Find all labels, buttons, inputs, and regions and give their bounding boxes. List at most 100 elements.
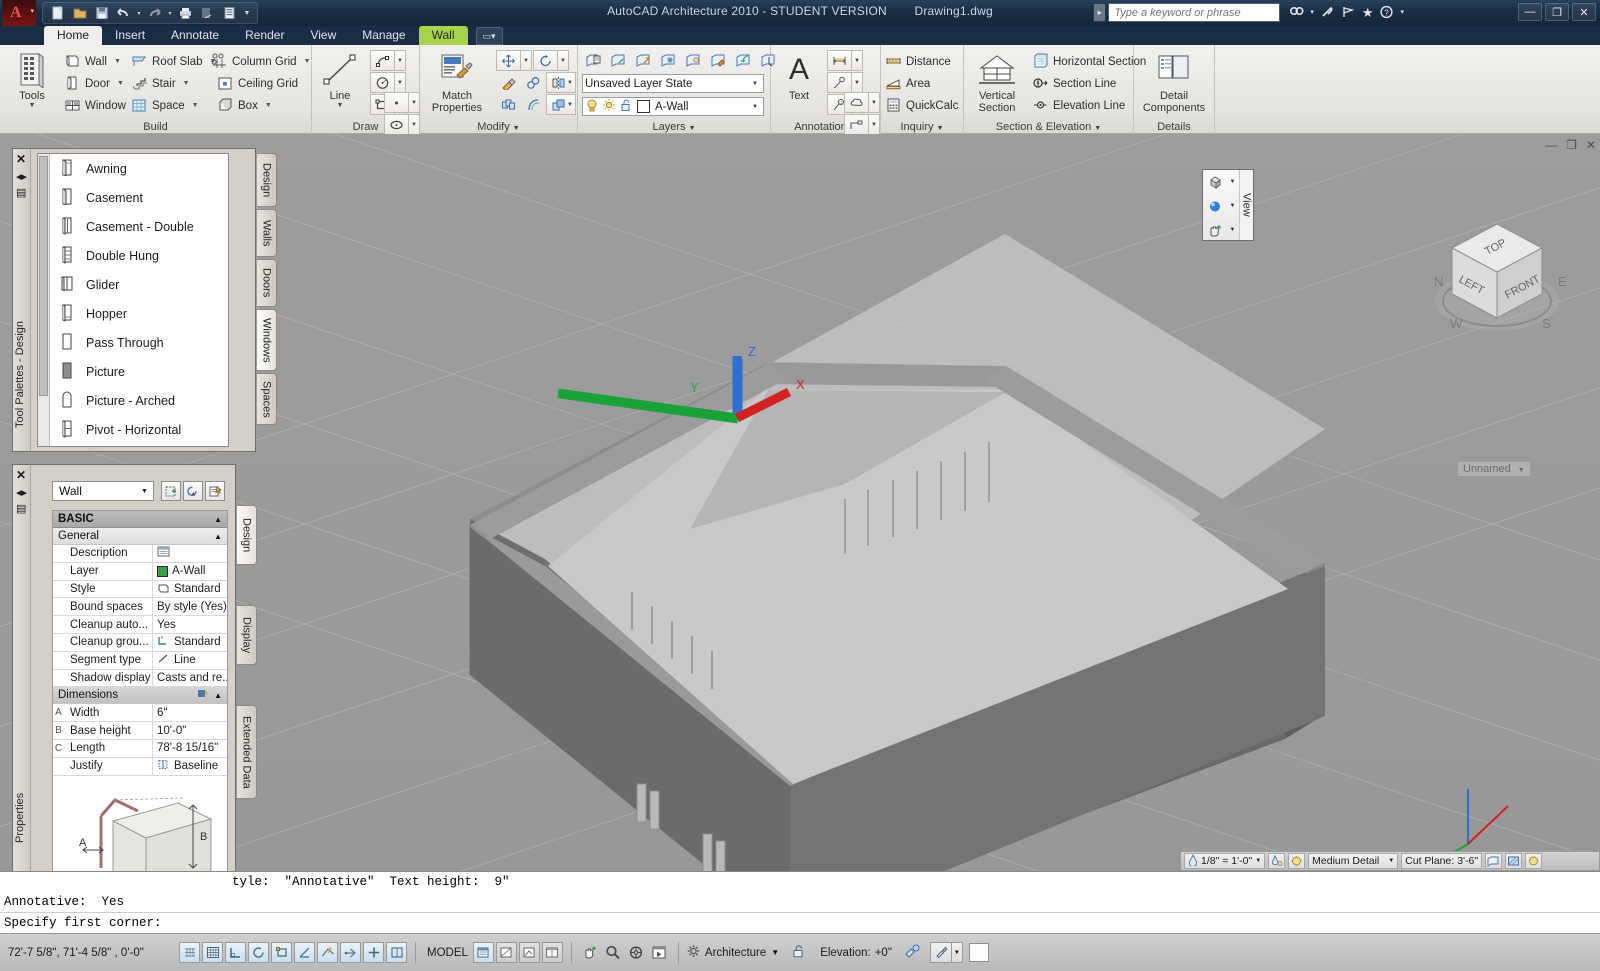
layer-on-icon[interactable] xyxy=(585,98,599,116)
rotate-dropdown-icon[interactable]: ▼ xyxy=(558,50,569,71)
status-dropdown-icon[interactable]: ▼ xyxy=(951,942,963,963)
tool-palette-list[interactable]: Awning Casement Casement - Double Double… xyxy=(37,153,229,447)
property-value[interactable]: Line xyxy=(153,653,227,667)
tab-design[interactable]: Design xyxy=(257,153,277,207)
list-item[interactable]: Double Hung xyxy=(52,241,228,270)
view-name-dropdown-icon[interactable]: ▼ xyxy=(1518,467,1525,474)
list-item[interactable]: Pivot - Horizontal xyxy=(52,415,228,444)
tab-render[interactable]: Render xyxy=(232,26,297,45)
layer-unlock-icon[interactable] xyxy=(619,98,633,116)
search-dropdown-icon[interactable]: ▾ xyxy=(1310,9,1314,16)
ortho-mode-toggle[interactable] xyxy=(225,942,246,963)
property-value[interactable]: Standard xyxy=(153,635,227,649)
window-button[interactable]: Window xyxy=(64,95,126,116)
property-row-layer[interactable]: Layer A-Wall xyxy=(53,562,227,581)
circle-dropdown-icon[interactable]: ▼ xyxy=(395,72,406,93)
property-row-segment-type[interactable]: Segment type Line xyxy=(53,651,227,670)
command-prompt-line[interactable]: Specify first corner: xyxy=(0,912,1600,932)
lineweight-toggle[interactable] xyxy=(363,942,384,963)
linear-dimension-button[interactable] xyxy=(827,50,852,71)
pan-tool-button[interactable] xyxy=(580,942,601,963)
properties-close-icon[interactable]: ✕ xyxy=(16,468,26,482)
list-item[interactable]: Glider xyxy=(52,270,228,299)
section-dimensions[interactable]: Dimensions ▲ xyxy=(53,687,227,705)
current-layer-dropdown-icon[interactable]: ▼ xyxy=(748,99,762,114)
space-dropdown-icon[interactable]: ▼ xyxy=(192,102,199,109)
visual-style-icon[interactable] xyxy=(1203,171,1227,193)
dynamic-ucs-toggle[interactable] xyxy=(317,942,338,963)
property-value[interactable]: Yes xyxy=(153,619,227,631)
section-general-collapse-icon[interactable]: ▲ xyxy=(214,532,222,541)
leader-button[interactable] xyxy=(827,72,852,93)
property-value[interactable]: Baseline xyxy=(153,759,227,773)
linear-dimension-dropdown-icon[interactable]: ▼ xyxy=(852,50,863,71)
elevation-line-button[interactable]: Elevation Line xyxy=(1032,95,1125,116)
workspace-selector[interactable]: Architecture ▼ xyxy=(686,944,779,961)
panel-section-expand-icon[interactable]: ▼ xyxy=(1094,125,1101,132)
favorites-icon[interactable]: ★ xyxy=(1362,6,1374,19)
annotation-visibility-icon[interactable] xyxy=(1268,853,1286,869)
object-snap-toggle[interactable] xyxy=(271,942,292,963)
wall-dropdown-icon[interactable]: ▼ xyxy=(114,58,121,65)
layer-state-dropdown-icon[interactable]: ▼ xyxy=(748,76,762,91)
tool-palette-close-icon[interactable]: ✕ xyxy=(16,152,26,166)
multileader-dropdown-icon[interactable]: ▼ xyxy=(869,114,880,135)
tools-button[interactable]: Tools ▼ xyxy=(4,50,60,109)
property-row-length[interactable]: C Length 78'-8 15/16" xyxy=(53,739,227,758)
wall-button[interactable]: Wall ▼ xyxy=(64,51,121,72)
list-item[interactable]: Casement - Double xyxy=(52,212,228,241)
point-dropdown-icon[interactable]: ▼ xyxy=(409,92,420,113)
layer-properties-icon[interactable] xyxy=(582,50,605,71)
help-dropdown-icon[interactable]: ▾ xyxy=(1400,9,1404,16)
infocenter-search-icon[interactable] xyxy=(1289,5,1304,21)
array-tool-button[interactable] xyxy=(496,94,521,115)
object-type-combo[interactable]: Wall ▼ xyxy=(52,481,154,501)
section-general[interactable]: General ▲ xyxy=(53,528,227,545)
workspace-dropdown-icon[interactable]: ▼ xyxy=(771,948,779,957)
view-name-selector[interactable]: Unnamed ▼ xyxy=(1458,462,1530,476)
lighting-icon[interactable] xyxy=(1203,195,1227,217)
quickcalc-button[interactable]: QuickCalc xyxy=(885,95,958,116)
move-tool-button[interactable] xyxy=(496,50,521,71)
tools-dropdown-icon[interactable]: ▼ xyxy=(4,102,60,109)
tab-spaces[interactable]: Spaces xyxy=(257,373,277,425)
clean-screen-button[interactable] xyxy=(929,942,952,963)
properties-autohide-icon[interactable]: ◂▸ xyxy=(16,486,27,499)
tab-home[interactable]: Home xyxy=(44,26,103,45)
tool-palette-autohide-icon[interactable]: ◂▸ xyxy=(16,170,27,183)
tab-insert[interactable]: Insert xyxy=(102,26,158,45)
visual-style-dropdown-icon[interactable]: ▼ xyxy=(1227,171,1238,193)
favorites-flag-icon[interactable] xyxy=(1341,5,1356,21)
property-row-width[interactable]: A Width 6" xyxy=(53,704,227,723)
cut-plane-control[interactable]: Cut Plane: 3'-6" xyxy=(1401,853,1483,869)
search-input[interactable] xyxy=(1108,3,1281,22)
close-button[interactable]: ✕ xyxy=(1572,3,1596,21)
elevation-value[interactable]: +0" xyxy=(875,947,896,959)
property-row-style[interactable]: Style Standard xyxy=(53,580,227,599)
help-icon[interactable]: ? xyxy=(1379,5,1394,21)
object-type-dropdown-icon[interactable]: ▼ xyxy=(137,483,152,499)
panel-inquiry-expand-icon[interactable]: ▼ xyxy=(937,125,944,132)
quick-select-button[interactable] xyxy=(161,481,181,501)
box-button[interactable]: Box ▼ xyxy=(217,95,272,116)
layer-freeze-icon[interactable] xyxy=(657,50,680,71)
tab-doors[interactable]: Doors xyxy=(257,259,277,307)
isolate-objects-icon[interactable] xyxy=(904,943,922,962)
arc-dropdown-icon[interactable]: ▼ xyxy=(395,50,406,71)
showmotion-button[interactable] xyxy=(649,942,670,963)
coordinate-display[interactable]: 72'-7 5/8", 71'-4 5/8" , 0'-0" xyxy=(0,947,178,959)
column-grid-button[interactable]: Column Grid ▼ xyxy=(211,51,311,72)
box-dropdown-icon[interactable]: ▼ xyxy=(265,102,272,109)
tab-properties-design[interactable]: Design xyxy=(237,505,257,565)
revision-cloud-button[interactable] xyxy=(844,92,869,113)
restore-button[interactable]: ❐ xyxy=(1545,3,1569,21)
line-button[interactable]: Line ▼ xyxy=(312,50,368,109)
property-row-cleanup-group[interactable]: Cleanup grou... Standard xyxy=(53,633,227,652)
tab-annotate[interactable]: Annotate xyxy=(158,26,232,45)
stair-dropdown-icon[interactable]: ▼ xyxy=(183,80,190,87)
arc-tool-button[interactable] xyxy=(370,50,395,71)
tab-properties-display[interactable]: Display xyxy=(237,605,257,665)
vp-close-icon[interactable]: ✕ xyxy=(1586,138,1596,152)
property-row-base-height[interactable]: B Base height 10'-0" xyxy=(53,722,227,740)
pan-orbit-dropdown-icon[interactable]: ▼ xyxy=(1227,219,1238,241)
